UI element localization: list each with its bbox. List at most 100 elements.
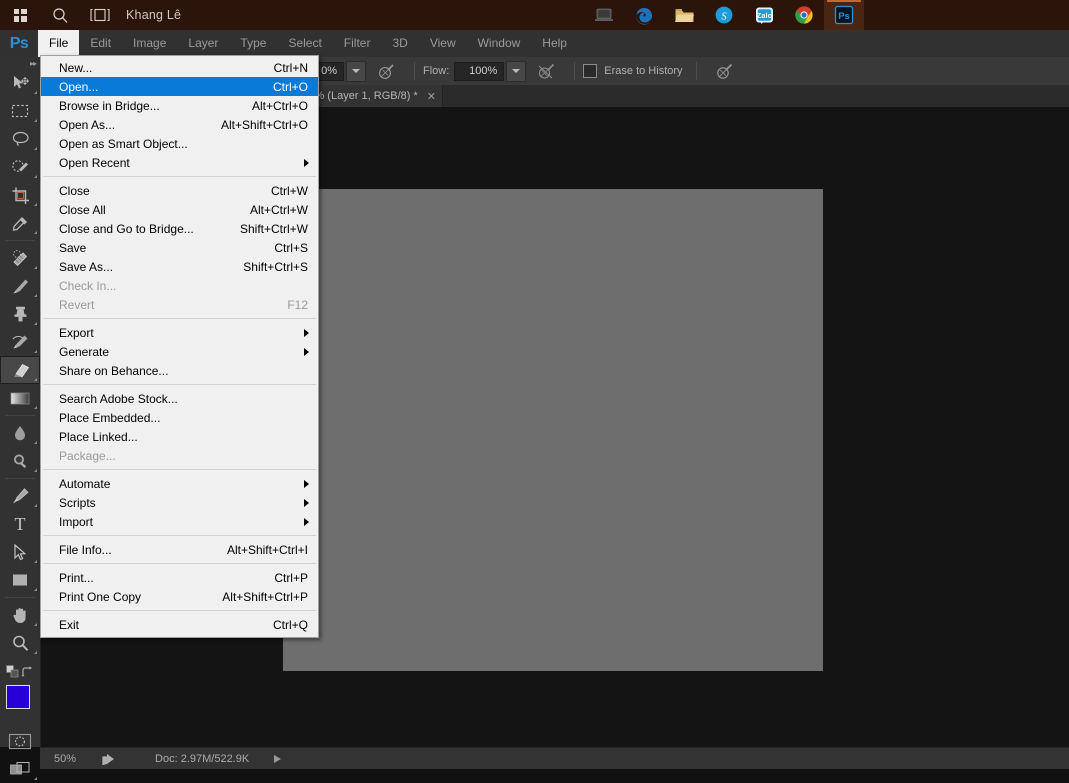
file-menu-item-shortcut: Alt+Ctrl+O <box>252 99 308 113</box>
pen-tool[interactable] <box>0 482 40 510</box>
zoom-tool[interactable] <box>0 629 40 657</box>
file-menu-item-import[interactable]: Import <box>41 512 318 531</box>
file-menu-item-scripts[interactable]: Scripts <box>41 493 318 512</box>
opacity-pressure-icon[interactable] <box>366 57 406 85</box>
file-menu-item-open[interactable]: Open...Ctrl+O <box>41 77 318 96</box>
gradient-tool[interactable] <box>0 384 40 412</box>
menu-help[interactable]: Help <box>531 30 578 57</box>
crop-tool[interactable] <box>0 181 40 209</box>
default-colors-icon[interactable] <box>6 665 20 679</box>
task-view-icon[interactable] <box>80 0 120 30</box>
quick-selection-tool[interactable] <box>0 153 40 181</box>
file-menu-item-file-info[interactable]: File Info...Alt+Shift+Ctrl+I <box>41 540 318 559</box>
image-canvas[interactable] <box>283 189 823 671</box>
zoom-level[interactable]: 50% <box>54 753 76 765</box>
dodge-tool[interactable] <box>0 447 40 475</box>
file-menu-item-search-adobe-stock[interactable]: Search Adobe Stock... <box>41 389 318 408</box>
menu-window[interactable]: Window <box>467 30 532 57</box>
file-menu-item-print-one-copy[interactable]: Print One CopyAlt+Shift+Ctrl+P <box>41 587 318 606</box>
menu-layer[interactable]: Layer <box>177 30 229 57</box>
file-menu-item-open-as-smart-object[interactable]: Open as Smart Object... <box>41 134 318 153</box>
screen-mode-icon[interactable] <box>0 755 40 783</box>
clone-stamp-tool[interactable] <box>0 300 40 328</box>
spot-healing-brush-tool[interactable] <box>0 244 40 272</box>
menu-view[interactable]: View <box>419 30 467 57</box>
file-menu-item-automate[interactable]: Automate <box>41 474 318 493</box>
taskbar-app-zalo[interactable]: Zalo <box>744 0 784 30</box>
search-icon[interactable] <box>40 0 80 30</box>
file-menu-item-check-in: Check In... <box>41 276 318 295</box>
tools-panel: ▸▸ <box>0 57 41 747</box>
eyedropper-tool[interactable] <box>0 209 40 237</box>
menu-filter[interactable]: Filter <box>333 30 382 57</box>
rectangle-tool[interactable] <box>0 566 40 594</box>
submenu-arrow-icon <box>304 159 309 167</box>
file-menu-item-open-as[interactable]: Open As...Alt+Shift+Ctrl+O <box>41 115 318 134</box>
tablet-pressure-icon[interactable] <box>705 57 745 85</box>
file-menu-item-label: Automate <box>59 477 110 491</box>
taskbar-app-photoshop[interactable]: Ps <box>824 0 864 30</box>
flow-value[interactable]: 100% <box>454 62 504 81</box>
erase-to-history-checkbox[interactable]: Erase to History <box>583 64 687 78</box>
menu-image[interactable]: Image <box>122 30 177 57</box>
windows-taskbar: Khang Lê <box>0 0 1069 30</box>
file-menu-item-share-on-behance[interactable]: Share on Behance... <box>41 361 318 380</box>
taskbar-app-file-explorer[interactable] <box>664 0 704 30</box>
taskbar-app-skype[interactable]: S <box>704 0 744 30</box>
blur-tool[interactable] <box>0 419 40 447</box>
horizontal-type-tool[interactable]: T <box>0 510 40 538</box>
expand-arrow-icon[interactable] <box>273 754 282 764</box>
file-menu-item-generate[interactable]: Generate <box>41 342 318 361</box>
taskbar-app-this-pc[interactable] <box>584 0 624 30</box>
windows-logo-icon[interactable] <box>0 0 40 30</box>
close-icon[interactable]: ✕ <box>427 90 436 103</box>
menu-file[interactable]: File <box>38 30 79 57</box>
foreground-color-swatch[interactable] <box>6 685 30 709</box>
file-menu-item-exit[interactable]: ExitCtrl+Q <box>41 615 318 634</box>
file-menu-item-open-recent[interactable]: Open Recent <box>41 153 318 172</box>
file-menu-item-close-and-go-to-bridge[interactable]: Close and Go to Bridge...Shift+Ctrl+W <box>41 219 318 238</box>
file-menu-item-place-embedded[interactable]: Place Embedded... <box>41 408 318 427</box>
file-menu-item-browse-in-bridge[interactable]: Browse in Bridge...Alt+Ctrl+O <box>41 96 318 115</box>
submenu-arrow-icon <box>304 518 309 526</box>
taskbar-app-microsoft-edge[interactable] <box>624 0 664 30</box>
flow-dropdown[interactable] <box>506 61 526 82</box>
checkbox-box[interactable] <box>583 64 597 78</box>
menu-select[interactable]: Select <box>277 30 332 57</box>
opacity-dropdown[interactable] <box>346 61 366 82</box>
file-menu-item-label: Open Recent <box>59 156 130 170</box>
path-selection-tool[interactable] <box>0 538 40 566</box>
file-menu-item-save[interactable]: SaveCtrl+S <box>41 238 318 257</box>
menu-type[interactable]: Type <box>229 30 277 57</box>
file-menu-item-place-linked[interactable]: Place Linked... <box>41 427 318 446</box>
hand-tool[interactable] <box>0 601 40 629</box>
rectangular-marquee-tool[interactable] <box>0 97 40 125</box>
file-menu-item-close-all[interactable]: Close AllAlt+Ctrl+W <box>41 200 318 219</box>
taskbar-app-buttons: S Zalo <box>584 0 864 30</box>
taskbar-app-google-chrome[interactable] <box>784 0 824 30</box>
file-menu-item-new[interactable]: New...Ctrl+N <box>41 58 318 77</box>
file-menu-item-close[interactable]: CloseCtrl+W <box>41 181 318 200</box>
move-tool[interactable] <box>0 69 40 97</box>
menu-edit[interactable]: Edit <box>79 30 122 57</box>
file-menu-item-shortcut: Alt+Shift+Ctrl+I <box>227 543 308 557</box>
file-menu-item-label: Check In... <box>59 279 116 293</box>
color-swatches[interactable] <box>0 681 40 727</box>
options-divider-4 <box>696 62 697 80</box>
file-menu-item-label: Exit <box>59 618 79 632</box>
share-icon[interactable] <box>102 752 117 766</box>
collapse-arrows-icon[interactable]: ▸▸ <box>0 57 40 69</box>
file-menu-item-save-as[interactable]: Save As...Shift+Ctrl+S <box>41 257 318 276</box>
file-menu-item-export[interactable]: Export <box>41 323 318 342</box>
eraser-tool[interactable] <box>0 356 40 384</box>
swap-colors-icon[interactable] <box>21 666 34 679</box>
lasso-tool[interactable] <box>0 125 40 153</box>
menu-3d[interactable]: 3D <box>381 30 418 57</box>
airbrush-icon[interactable] <box>526 57 566 85</box>
file-menu-item-print[interactable]: Print...Ctrl+P <box>41 568 318 587</box>
svg-text:Ps: Ps <box>838 11 850 22</box>
menu-separator <box>43 176 316 177</box>
quick-mask-icon[interactable] <box>0 727 40 755</box>
brush-tool[interactable] <box>0 272 40 300</box>
history-brush-tool[interactable] <box>0 328 40 356</box>
